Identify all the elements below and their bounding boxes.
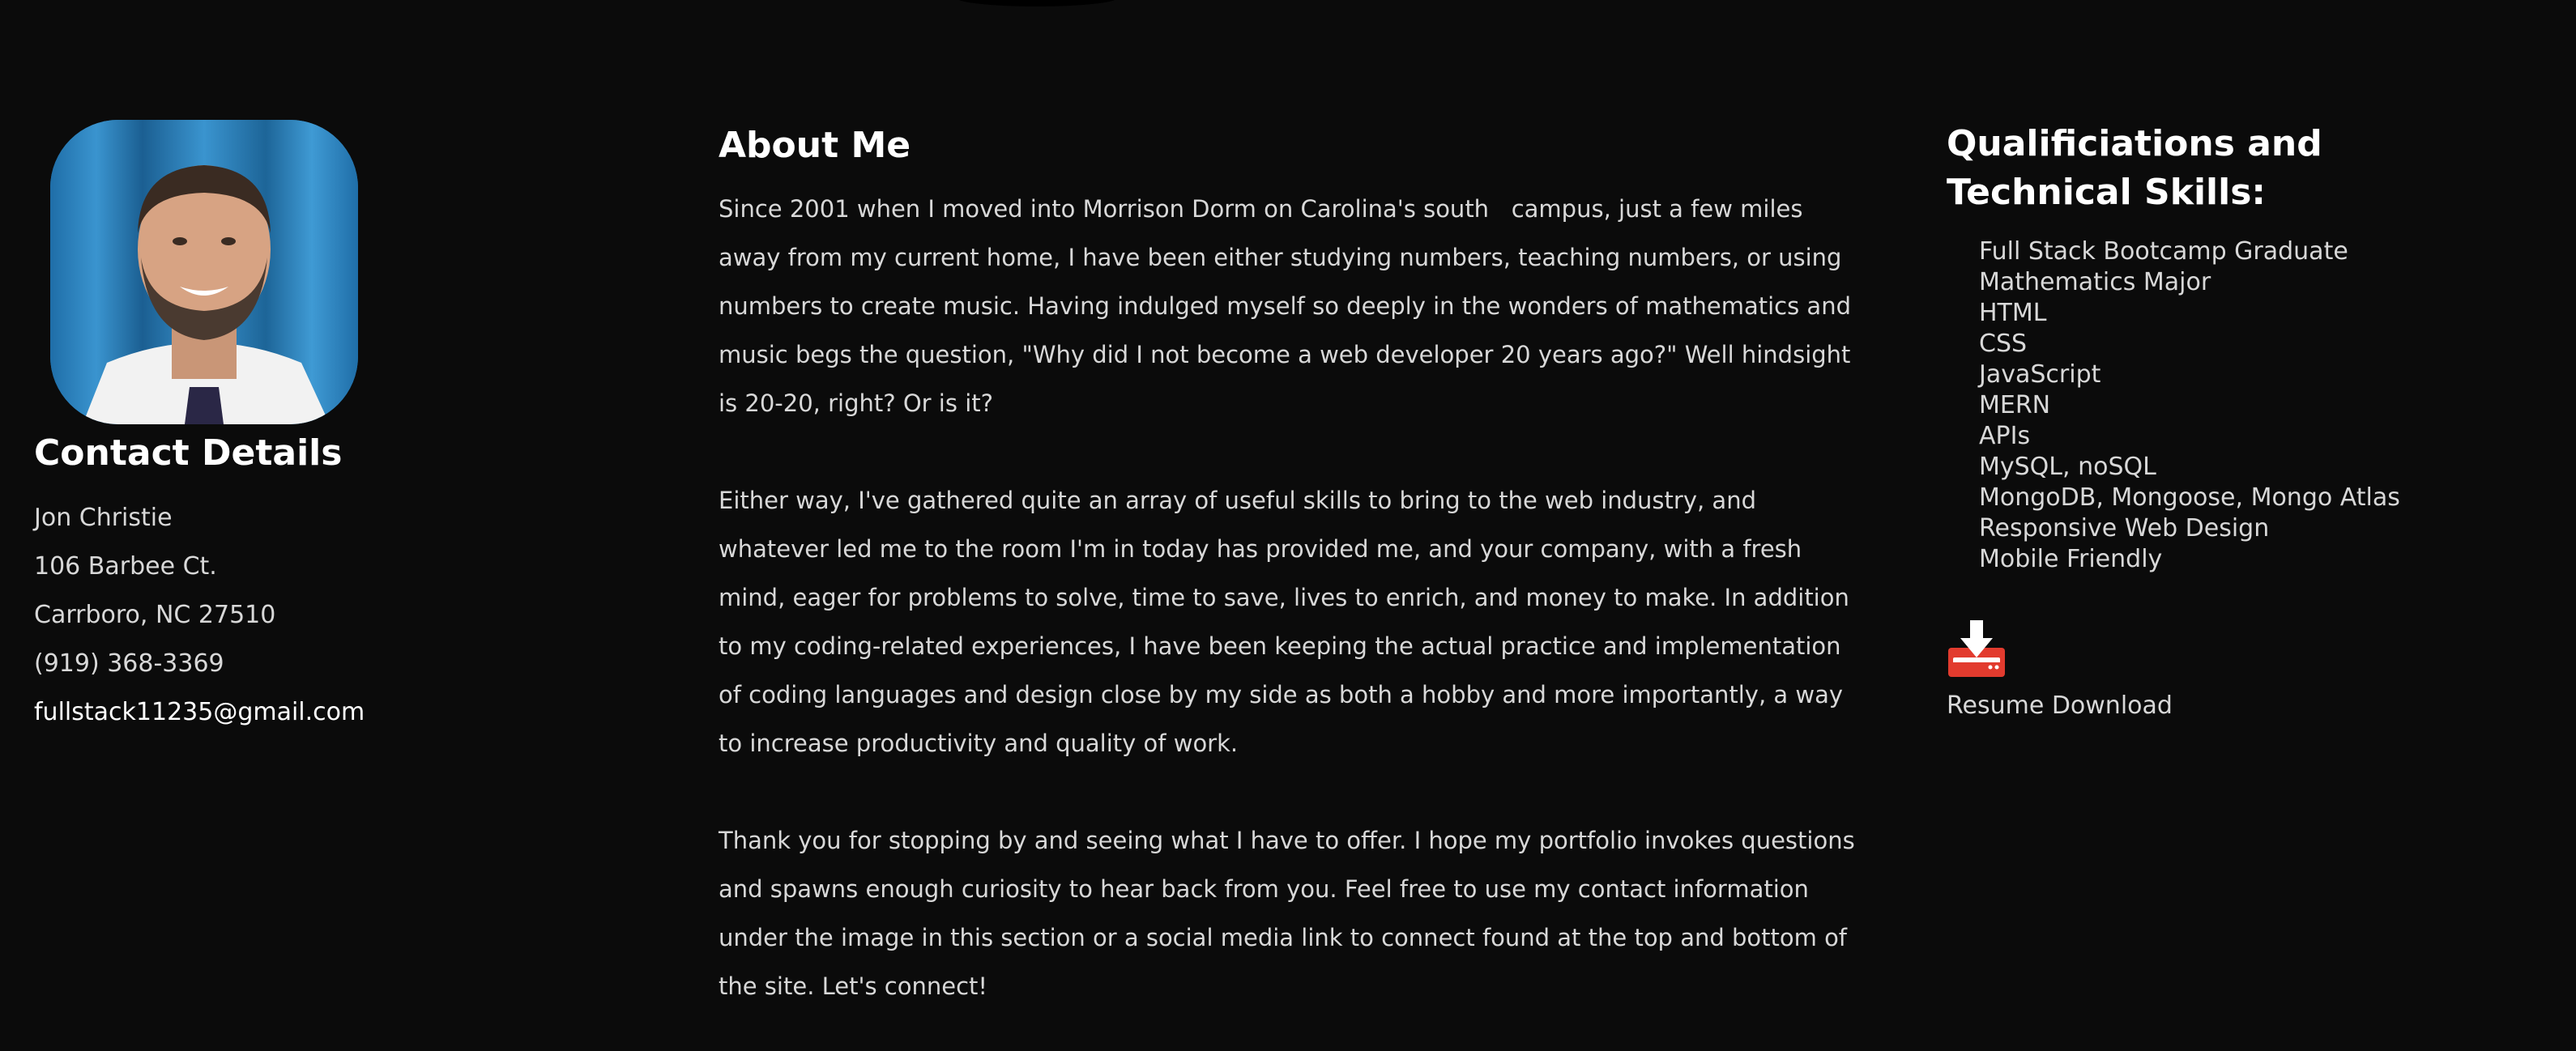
skill-item: MySQL, noSQL bbox=[1979, 453, 2156, 481]
skill-item: CSS bbox=[1979, 330, 2028, 358]
skill-item: Mathematics Major bbox=[1979, 268, 2211, 296]
download-tray-icon[interactable] bbox=[1947, 619, 2007, 679]
skills-title: Qualificiations and Technical Skills: bbox=[1947, 123, 2322, 213]
portrait-illustration bbox=[50, 120, 358, 424]
resume-download-link[interactable]: Resume Download bbox=[1947, 690, 2465, 722]
about-paragraph: Either way, I've gathered quite an array… bbox=[719, 487, 1857, 757]
skill-item: Full Stack Bootcamp Graduate bbox=[1979, 237, 2348, 266]
skill-item: HTML bbox=[1979, 299, 2047, 327]
skill-item: JavaScript bbox=[1979, 360, 2101, 389]
skills-list: Full Stack Bootcamp Graduate Mathematics… bbox=[1947, 236, 2465, 575]
about-paragraph: Thank you for stopping by and seeing wha… bbox=[719, 827, 1862, 1000]
about-section: Contact Details Jon Christie 106 Barbee … bbox=[0, 0, 2576, 1051]
contact-address-line2: Carrboro, NC 27510 bbox=[34, 601, 276, 629]
skill-item: Mobile Friendly bbox=[1979, 545, 2163, 573]
skills-column: Qualificiations and Technical Skills: Fu… bbox=[1947, 120, 2465, 722]
about-title: About Me bbox=[719, 125, 911, 166]
skill-item: MERN bbox=[1979, 391, 2051, 419]
skill-item: APIs bbox=[1979, 422, 2031, 450]
contact-phone: (919) 368-3369 bbox=[34, 649, 224, 678]
contact-name: Jon Christie bbox=[34, 504, 173, 532]
profile-photo bbox=[50, 120, 358, 424]
contact-column: Contact Details Jon Christie 106 Barbee … bbox=[34, 120, 390, 737]
header-shadow bbox=[956, 0, 1118, 6]
skill-item: Responsive Web Design bbox=[1979, 514, 2270, 543]
skill-item: MongoDB, Mongoose, Mongo Atlas bbox=[1979, 483, 2400, 512]
about-column: About Me Since 2001 when I moved into Mo… bbox=[719, 120, 1869, 1051]
about-paragraph: Since 2001 when I moved into Morrison Do… bbox=[719, 195, 1859, 417]
contact-title: Contact Details bbox=[34, 432, 343, 474]
contact-email-link[interactable]: fullstack11235@gmail.com bbox=[34, 688, 390, 737]
contact-address-line1: 106 Barbee Ct. bbox=[34, 552, 217, 581]
